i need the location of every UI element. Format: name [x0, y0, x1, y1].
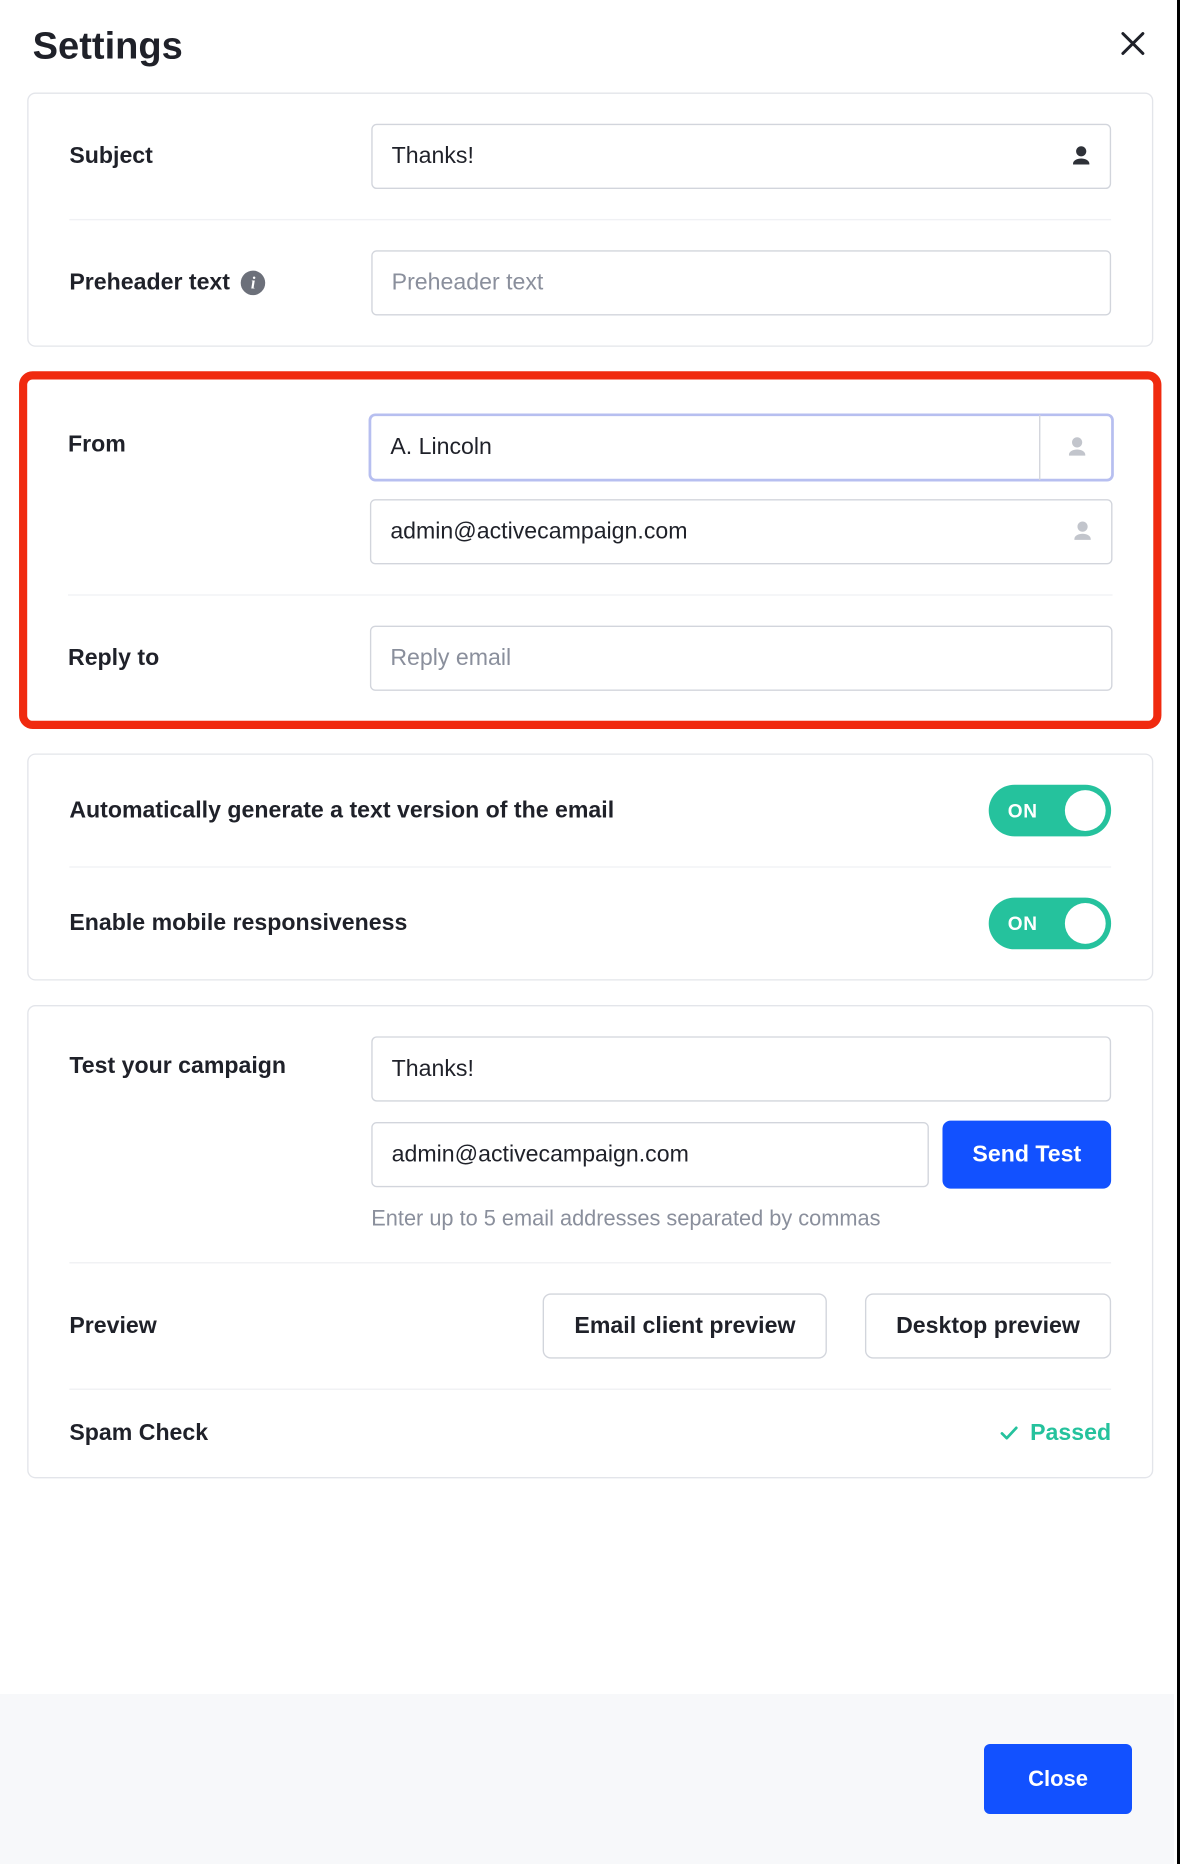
- reply-to-label: Reply to: [68, 645, 354, 672]
- settings-panel: Settings Subject Pr: [0, 0, 1180, 1864]
- person-icon[interactable]: [1068, 143, 1095, 170]
- from-name-input[interactable]: [370, 415, 1113, 480]
- test-subject-input[interactable]: [371, 1036, 1111, 1101]
- section-toggles: Automatically generate a text version of…: [27, 753, 1153, 980]
- toggle-knob: [1065, 903, 1106, 944]
- preheader-label: Preheader text i: [69, 269, 355, 296]
- toggle-knob: [1065, 790, 1106, 831]
- auto-text-toggle[interactable]: ON: [989, 785, 1111, 837]
- responsive-label: Enable mobile responsiveness: [69, 910, 407, 937]
- header: Settings: [0, 0, 1180, 92]
- desktop-preview-button[interactable]: Desktop preview: [865, 1293, 1111, 1358]
- person-icon[interactable]: [1039, 415, 1112, 480]
- auto-text-label: Automatically generate a text version of…: [69, 797, 614, 824]
- spam-status: Passed: [997, 1420, 1111, 1447]
- preheader-input[interactable]: [371, 250, 1111, 315]
- test-helper-text: Enter up to 5 email addresses separated …: [371, 1208, 1111, 1232]
- spam-check-label: Spam Check: [69, 1420, 355, 1447]
- email-client-preview-button[interactable]: Email client preview: [543, 1293, 827, 1358]
- close-icon[interactable]: [1118, 28, 1148, 65]
- responsive-toggle[interactable]: ON: [989, 898, 1111, 950]
- person-icon[interactable]: [1069, 518, 1096, 545]
- check-icon: [997, 1424, 1021, 1443]
- send-test-button[interactable]: Send Test: [943, 1121, 1112, 1189]
- highlight-box: From: [19, 371, 1161, 729]
- from-label: From: [68, 415, 354, 459]
- close-button[interactable]: Close: [984, 1744, 1132, 1814]
- section-test: Test your campaign Send Test Enter up to…: [27, 1005, 1153, 1478]
- info-icon[interactable]: i: [241, 271, 265, 295]
- from-email-input[interactable]: [370, 499, 1113, 564]
- reply-to-input[interactable]: [370, 626, 1113, 691]
- test-email-input[interactable]: [371, 1122, 929, 1187]
- page-title: Settings: [33, 24, 183, 68]
- preview-label: Preview: [69, 1312, 355, 1339]
- section-subject: Subject Preheader text i: [27, 92, 1153, 346]
- subject-label: Subject: [69, 143, 355, 170]
- subject-input[interactable]: [371, 124, 1111, 189]
- test-label: Test your campaign: [69, 1036, 355, 1080]
- footer: Close: [0, 1694, 1174, 1864]
